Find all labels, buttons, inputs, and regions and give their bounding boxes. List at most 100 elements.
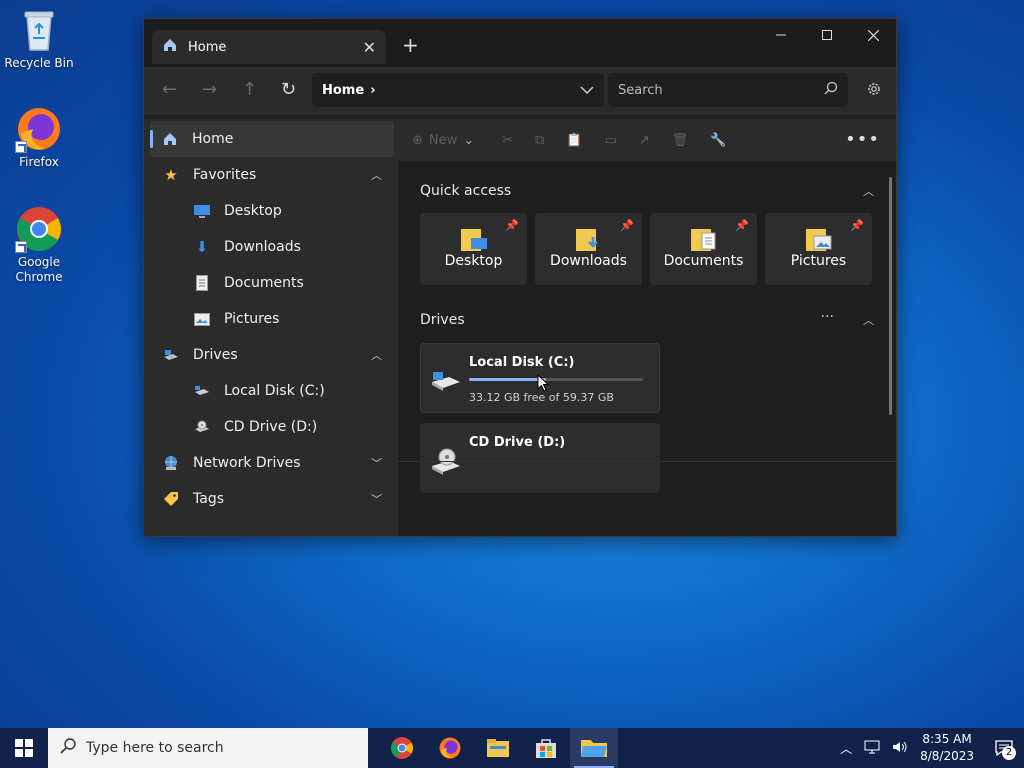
quick-access-desktop[interactable]: 📌 Desktop	[420, 213, 527, 285]
tab-home[interactable]: Home ✕	[152, 30, 386, 64]
sidebar-item-label: Network Drives	[193, 455, 301, 471]
cut-icon[interactable]: ✂	[502, 133, 513, 148]
chevron-up-icon[interactable]: ︿	[371, 347, 382, 363]
taskbar-chrome[interactable]	[378, 728, 426, 768]
tab-title: Home	[188, 39, 227, 55]
notification-center-button[interactable]: 2	[984, 728, 1024, 768]
up-arrow-icon[interactable]: ↑	[242, 79, 257, 100]
breadcrumb-home[interactable]: Home	[322, 83, 364, 98]
file-explorer-window: Home ✕ + ← → ↑ ↻ Home › Search Home ★ Fa…	[143, 18, 897, 537]
sidebar-item-home[interactable]: Home	[150, 121, 394, 157]
forward-arrow-icon[interactable]: →	[202, 79, 217, 100]
maximize-button[interactable]	[804, 19, 850, 51]
sidebar-item-cd-drive[interactable]: CD Drive (D:)	[144, 409, 398, 445]
navigation-bar: ← → ↑ ↻ Home › Search	[144, 67, 896, 115]
sidebar-item-favorites[interactable]: ★ Favorites ︿	[144, 157, 398, 193]
sidebar-item-documents[interactable]: Documents	[144, 265, 398, 301]
sidebar-item-downloads[interactable]: ⬇ Downloads	[144, 229, 398, 265]
sidebar-item-desktop[interactable]: Desktop	[144, 193, 398, 229]
pin-icon[interactable]: 📌	[735, 219, 749, 232]
pin-icon[interactable]: 📌	[620, 219, 634, 232]
refresh-icon[interactable]: ↻	[281, 79, 296, 100]
tab-close-icon[interactable]: ✕	[363, 38, 376, 57]
cd-drive-icon	[193, 418, 211, 436]
volume-icon[interactable]	[892, 740, 908, 757]
desktop-icon-firefox[interactable]: Firefox	[0, 105, 78, 170]
clock[interactable]: 8:35 AM 8/8/2023	[920, 731, 974, 765]
vertical-scrollbar[interactable]	[889, 177, 892, 415]
plus-circle-icon: ⊕	[412, 132, 423, 148]
chevron-down-icon[interactable]: ﹀	[371, 455, 382, 471]
quick-access-downloads[interactable]: 📌 Downloads	[535, 213, 642, 285]
chevron-up-icon[interactable]: ︿	[371, 167, 382, 183]
star-icon: ★	[164, 166, 178, 184]
chevron-up-icon[interactable]: ︿	[840, 740, 852, 757]
copy-icon[interactable]: ⧉	[535, 133, 544, 148]
sidebar-item-pictures[interactable]: Pictures	[144, 301, 398, 337]
sidebar-item-label: Desktop	[224, 203, 282, 219]
delete-icon[interactable]: 🗑	[672, 133, 689, 148]
search-icon	[60, 738, 76, 758]
chevron-down-icon: ⌄	[463, 132, 475, 148]
chevron-down-icon[interactable]	[580, 83, 594, 98]
taskbar-search-box[interactable]: Type here to search	[48, 728, 368, 768]
desktop-icon	[193, 202, 211, 220]
files-app-folder-icon	[581, 740, 607, 757]
breadcrumb-chevron-icon[interactable]: ›	[370, 83, 375, 98]
properties-wrench-icon[interactable]: 🔧	[710, 133, 726, 148]
rename-icon[interactable]: ▭	[605, 133, 617, 148]
quick-access-pictures[interactable]: 📌 Pictures	[765, 213, 872, 285]
desktop-icon-recycle-bin[interactable]: Recycle Bin	[0, 6, 78, 71]
desktop-icon-chrome[interactable]: Google Chrome	[0, 205, 78, 285]
recycle-bin-label: Recycle Bin	[4, 56, 74, 70]
back-arrow-icon[interactable]: ←	[162, 79, 177, 100]
sidebar-item-network-drives[interactable]: Network Drives ﹀	[144, 445, 398, 481]
paste-icon[interactable]: 📋	[566, 133, 582, 148]
taskbar-file-explorer[interactable]	[474, 728, 522, 768]
sidebar-item-local-disk[interactable]: Local Disk (C:)	[144, 373, 398, 409]
firefox-icon	[439, 737, 461, 759]
chevron-up-icon[interactable]: ︿	[863, 183, 874, 199]
quick-access-documents[interactable]: 📌 Documents	[650, 213, 757, 285]
hard-drive-icon	[193, 382, 211, 400]
command-bar: ⊕ New ⌄ ✂ ⧉ 📋 ▭ ↗ 🗑 🔧 •••	[398, 119, 896, 161]
drives-more-options-icon[interactable]: ···	[821, 309, 834, 325]
recycle-bin-icon	[15, 6, 63, 54]
sidebar-item-label: Local Disk (C:)	[224, 383, 325, 399]
sidebar-item-label: Tags	[193, 491, 224, 507]
start-button[interactable]	[0, 728, 48, 768]
drive-icon	[162, 346, 180, 364]
search-input[interactable]: Search	[608, 73, 848, 107]
drive-card-cd-drive[interactable]: CD Drive (D:)	[420, 423, 660, 493]
folder-documents-icon	[690, 227, 717, 251]
more-options-icon[interactable]: •••	[845, 129, 880, 150]
sidebar: Home ★ Favorites ︿ Desktop ⬇ Downloads D…	[144, 119, 398, 536]
settings-gear-icon[interactable]	[866, 81, 882, 101]
pin-icon[interactable]: 📌	[850, 219, 864, 232]
share-icon[interactable]: ↗	[639, 133, 650, 148]
sidebar-item-label: Favorites	[193, 167, 257, 183]
new-tab-button[interactable]: +	[402, 33, 419, 57]
sidebar-item-drives[interactable]: Drives ︿	[144, 337, 398, 373]
chevron-up-icon[interactable]: ︿	[863, 312, 874, 328]
pin-icon[interactable]: 📌	[505, 219, 519, 232]
network-icon[interactable]	[864, 740, 880, 757]
taskbar-files-app[interactable]	[570, 728, 618, 768]
taskbar: Type here to search ︿ 8:35 AM 8/8/2023 2	[0, 728, 1024, 768]
minimize-button[interactable]	[758, 19, 804, 51]
sidebar-item-tags[interactable]: Tags ﹀	[144, 481, 398, 517]
taskbar-store[interactable]	[522, 728, 570, 768]
search-icon[interactable]	[824, 81, 838, 99]
close-button[interactable]	[850, 19, 896, 51]
chevron-down-icon[interactable]: ﹀	[371, 491, 382, 507]
new-button[interactable]: ⊕ New ⌄	[412, 133, 474, 148]
taskbar-firefox[interactable]	[426, 728, 474, 768]
sidebar-item-label: Downloads	[224, 239, 301, 255]
chrome-icon	[391, 737, 413, 759]
address-bar[interactable]: Home ›	[312, 73, 604, 107]
shortcut-arrow-icon	[15, 241, 27, 253]
home-icon	[161, 130, 179, 148]
drive-usage-bar	[469, 378, 643, 381]
chrome-icon	[15, 205, 63, 253]
sidebar-item-label: CD Drive (D:)	[224, 419, 318, 435]
